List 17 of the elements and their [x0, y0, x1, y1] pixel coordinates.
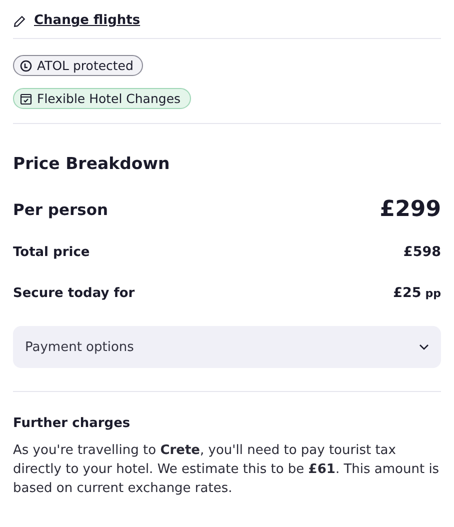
price-suffix: pp — [425, 287, 441, 300]
atol-badge: ATOL protected — [13, 55, 144, 76]
price-value: £25 — [393, 285, 422, 301]
section-title: Price Breakdown — [13, 154, 171, 173]
price-label: Secure today for — [13, 286, 135, 300]
price-value: £299 — [380, 197, 441, 222]
price-label: Total price — [13, 244, 90, 260]
flexible-badge: Flexible Hotel Changes — [13, 88, 191, 109]
change-flights-link[interactable]: Change flights — [34, 13, 140, 28]
calendar-check-icon — [20, 92, 32, 104]
payment-options-dropdown[interactable]: Payment options — [13, 326, 441, 368]
price-value: £598 — [403, 244, 441, 260]
price-label: Per person — [13, 200, 108, 218]
further-charges-text: As you're travelling to Crete, you'll need to pay tourist tax directly to your hotel. We estimate this to be £61. This amount is based on current exchange rates. — [13, 442, 440, 498]
further-charges-title: Further charges — [13, 416, 132, 431]
chevron-icon — [419, 344, 429, 350]
pencil-icon — [13, 15, 26, 28]
